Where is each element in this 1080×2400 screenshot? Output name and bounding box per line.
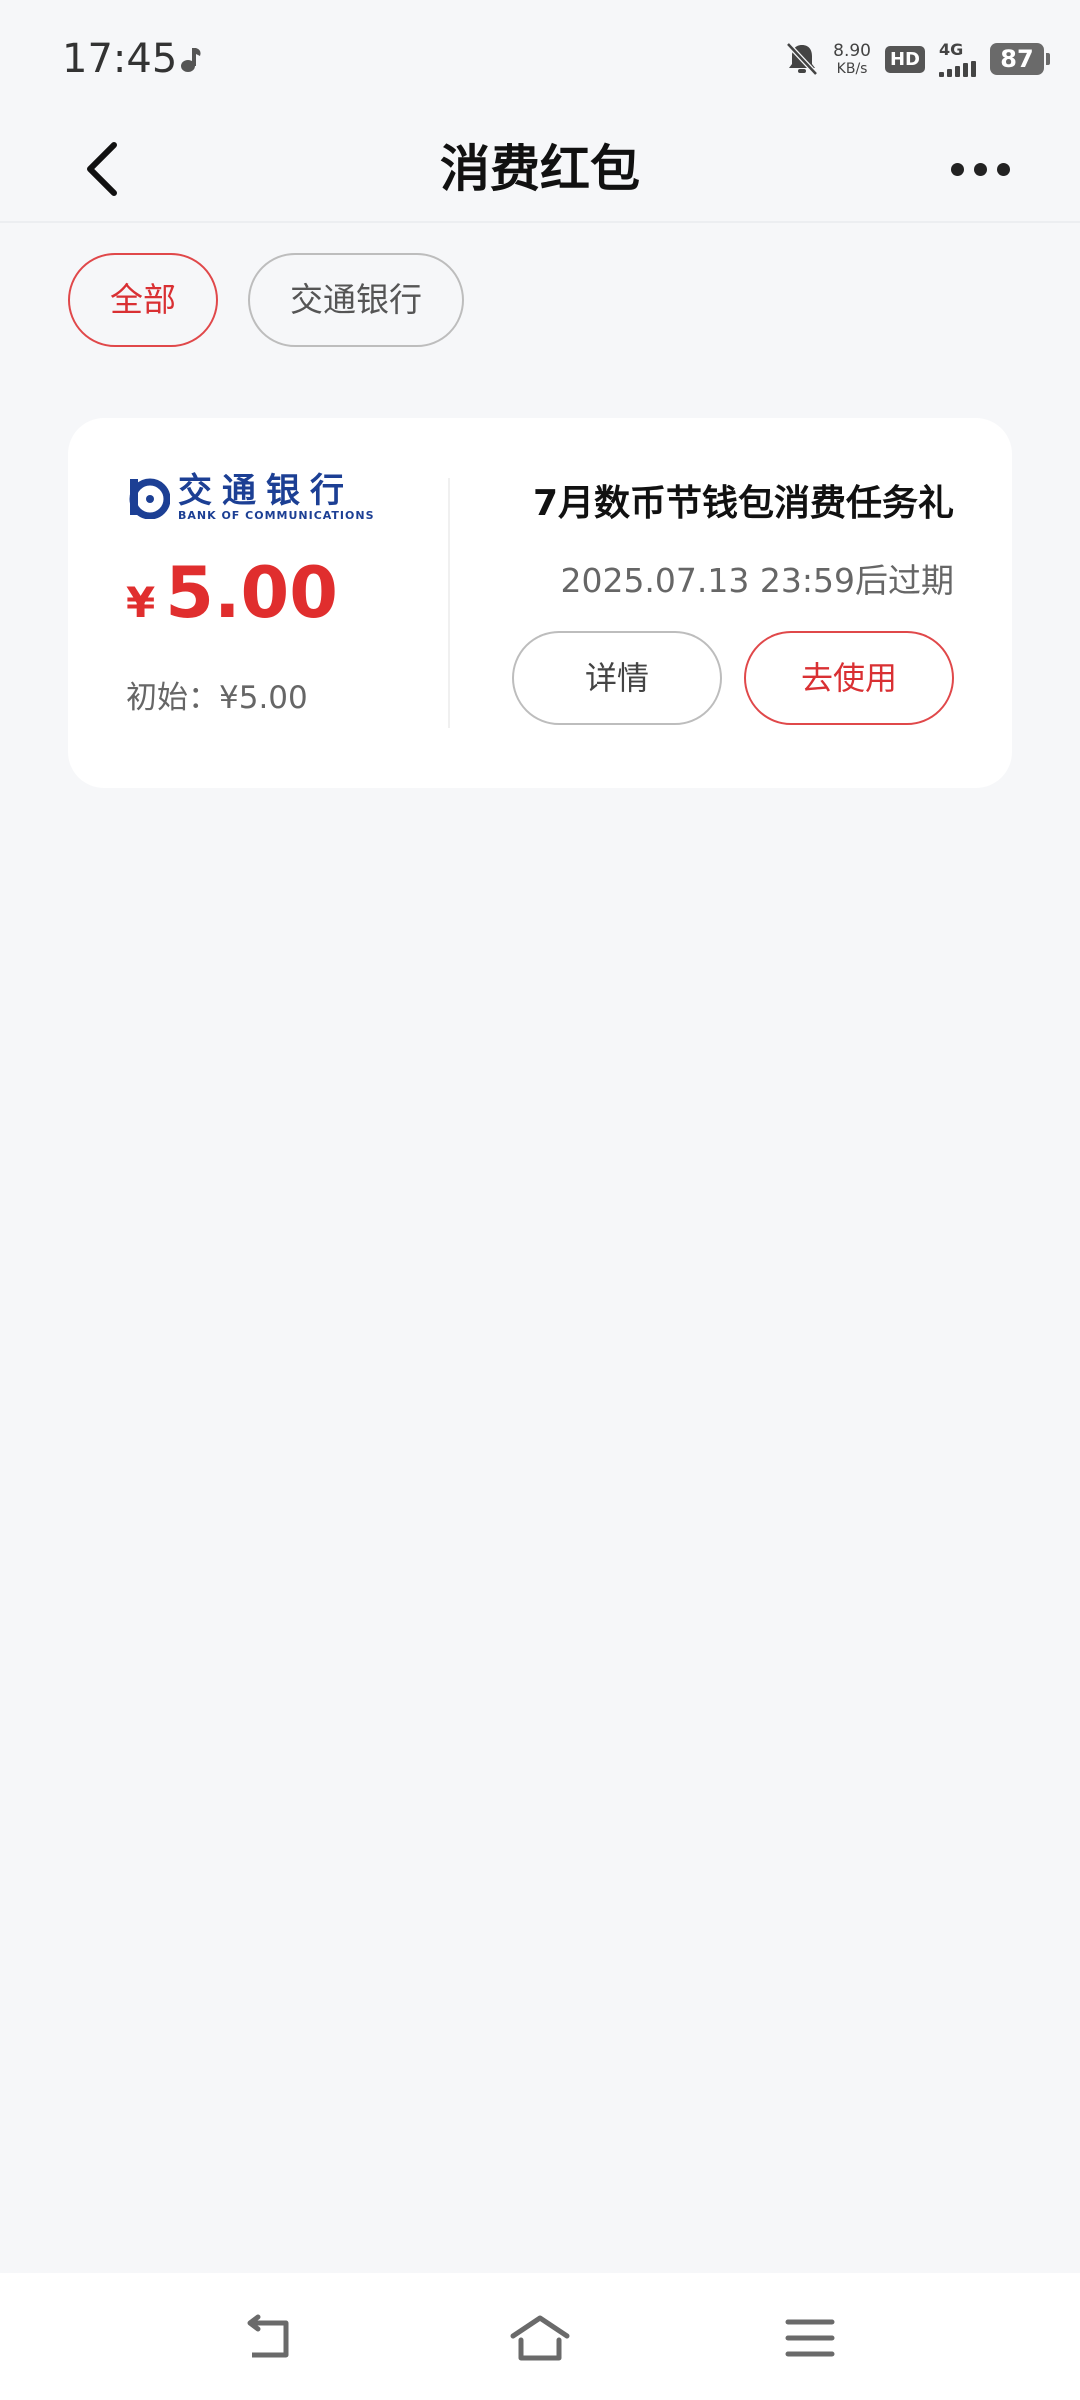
network-speed-unit: KB/s xyxy=(836,60,868,77)
status-right: 8.90 KB/s HD 4G 87 xyxy=(785,36,1050,82)
more-dots-icon xyxy=(996,162,1010,176)
bank-logo-en: BANK OF COMMUNICATIONS xyxy=(178,508,375,522)
coupon-left: 交通银行 BANK OF COMMUNICATIONS ¥ 5.00 初始：¥5… xyxy=(126,472,426,717)
filter-chip-all[interactable]: 全部 xyxy=(68,253,218,347)
network-speed-value: 8.90 xyxy=(833,40,871,61)
coupon-title: 7月数币节钱包消费任务礼 xyxy=(532,483,954,524)
use-button[interactable]: 去使用 xyxy=(744,631,954,725)
network-speed: 8.90 KB/s xyxy=(833,40,871,77)
detail-button[interactable]: 详情 xyxy=(512,631,722,725)
amount-value: 5.00 xyxy=(165,552,338,634)
more-dots-icon xyxy=(950,162,964,176)
nav-bar: 消费红包 xyxy=(0,115,1080,223)
menu-icon xyxy=(785,2319,835,2357)
initial-amount: 初始：¥5.00 xyxy=(126,680,308,716)
system-home-button[interactable] xyxy=(505,2303,575,2373)
battery-level: 87 xyxy=(1000,45,1034,73)
battery-icon: 87 xyxy=(990,43,1050,75)
coupon-expire: 2025.07.13 23:59后过期 xyxy=(560,561,954,600)
coupon-card[interactable]: 交通银行 BANK OF COMMUNICATIONS ¥ 5.00 初始：¥5… xyxy=(68,418,1012,788)
coupon-right: 7月数币节钱包消费任务礼 2025.07.13 23:59后过期 xyxy=(474,474,954,602)
coupon-actions: 详情 去使用 xyxy=(512,631,954,725)
status-time: 17:45 xyxy=(62,36,178,82)
coupon-amount: ¥ 5.00 xyxy=(126,552,426,634)
filter-chips: 全部 交通银行 xyxy=(68,253,464,347)
signal-icon xyxy=(939,60,976,77)
more-button[interactable] xyxy=(944,139,1016,199)
currency-symbol: ¥ xyxy=(126,578,156,627)
more-dots-icon xyxy=(973,162,987,176)
system-menu-button[interactable] xyxy=(775,2303,845,2373)
card-divider xyxy=(448,478,450,728)
bank-logo: 交通银行 BANK OF COMMUNICATIONS xyxy=(126,472,426,522)
filter-chip-bocom[interactable]: 交通银行 xyxy=(248,253,464,347)
system-nav-bar xyxy=(0,2273,1080,2400)
system-back-button[interactable] xyxy=(235,2303,305,2373)
bank-logo-text: 交通银行 BANK OF COMMUNICATIONS xyxy=(178,474,375,521)
network-type: 4G xyxy=(939,39,964,59)
bocom-logo-icon xyxy=(129,478,170,519)
back-icon xyxy=(247,2314,289,2358)
screen: 17:45 8.90 KB/s HD 4G 87 消费红包 全部 交通银行 交通… xyxy=(0,0,1080,2400)
hd-badge: HD xyxy=(884,45,925,73)
mute-bell-icon xyxy=(786,42,818,76)
status-bar: 17:45 8.90 KB/s HD 4G 87 xyxy=(0,0,1080,115)
home-icon xyxy=(510,2315,570,2361)
bank-logo-cn: 交通银行 xyxy=(178,470,354,511)
nav-divider xyxy=(0,221,1080,223)
page-title: 消费红包 xyxy=(440,140,640,198)
notification-icon xyxy=(181,48,201,72)
mobile-network: 4G xyxy=(939,39,976,77)
